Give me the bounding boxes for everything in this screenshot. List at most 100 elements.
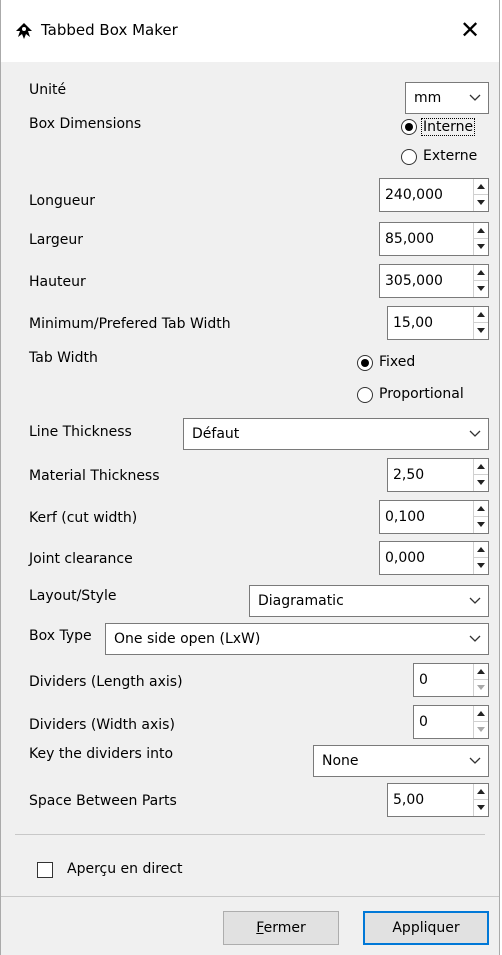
spin-down-icon[interactable] [474,323,488,339]
spin-down-icon[interactable] [474,517,488,533]
joint-clearance-label: Joint clearance [29,551,133,567]
separator [1,896,499,897]
close-button-label: ermer [263,920,306,936]
close-button[interactable]: Fermer [223,911,339,945]
largeur-label: Largeur [29,232,84,248]
material-thickness-value: 2,50 [393,467,425,483]
title-bar: Tabbed Box Maker ✕ [1,0,499,62]
spin-buttons [473,179,488,211]
chevron-down-icon [464,627,486,651]
inkscape-icon [16,23,32,39]
min-tab-width-label: Minimum/Prefered Tab Width [29,316,231,332]
dividers-width-input[interactable]: 0 [413,705,489,739]
apply-button-label: Appliquer [392,920,460,936]
dividers-width-value: 0 [419,714,428,730]
spin-down-icon[interactable] [474,239,488,255]
hauteur-label: Hauteur [29,274,86,290]
unit-label: Unité [29,82,67,98]
min-tab-width-input[interactable]: 15,00 [387,306,489,340]
dividers-length-label: Dividers (Length axis) [29,674,183,690]
spin-up-icon[interactable] [474,179,488,195]
spin-buttons [473,501,488,533]
line-thickness-value: Défaut [192,426,240,442]
min-tab-width-value: 15,00 [393,315,434,331]
chevron-down-icon [464,589,486,613]
layout-style-select[interactable]: Diagramatic [249,585,489,617]
spin-buttons [473,784,488,816]
spin-down-icon[interactable] [474,195,488,211]
spin-buttons [473,223,488,255]
key-dividers-label: Key the dividers into [29,746,174,762]
material-thickness-label: Material Thickness [29,468,160,484]
line-thickness-select[interactable]: Défaut [183,418,489,450]
spin-up-icon[interactable] [474,542,488,558]
longueur-label: Longueur [29,193,95,209]
material-thickness-input[interactable]: 2,50 [387,458,489,492]
longueur-input[interactable]: 240,000 [379,178,489,212]
spin-down-icon[interactable] [474,475,488,491]
box-dimensions-label: Box Dimensions [29,116,142,132]
layout-style-label: Layout/Style [29,588,117,604]
close-button-mnemonic: F [256,920,264,936]
spin-down-icon[interactable] [474,800,488,816]
radio-proportional-label: Proportional [379,386,464,402]
spin-down-icon[interactable] [474,722,488,738]
spin-up-icon[interactable] [474,265,488,281]
spin-buttons [473,664,488,696]
dividers-length-input[interactable]: 0 [413,663,489,697]
layout-style-value: Diagramatic [258,593,344,609]
joint-clearance-value: 0,000 [385,550,426,566]
joint-clearance-input[interactable]: 0,000 [379,541,489,575]
radio-circle [401,149,417,165]
kerf-input[interactable]: 0,100 [379,500,489,534]
box-type-value: One side open (LxW) [114,631,261,647]
chevron-down-icon [464,422,486,446]
dialog-window: Tabbed Box Maker ✕ Unité mm Box Dimensio… [0,0,500,955]
space-between-label: Space Between Parts [29,793,177,809]
spin-down-icon[interactable] [474,680,488,696]
unit-select[interactable]: mm [405,82,489,114]
largeur-value: 85,000 [385,231,434,247]
dividers-length-value: 0 [419,672,428,688]
spin-up-icon[interactable] [474,307,488,323]
spin-buttons [473,542,488,574]
spin-up-icon[interactable] [474,501,488,517]
spin-down-icon[interactable] [474,558,488,574]
live-preview-label[interactable]: Aperçu en direct [67,861,183,877]
kerf-label: Kerf (cut width) [29,510,138,526]
kerf-value: 0,100 [385,509,426,525]
hauteur-input[interactable]: 305,000 [379,264,489,298]
key-dividers-value: None [322,753,359,769]
chevron-down-icon [464,86,486,110]
window-title: Tabbed Box Maker [41,21,178,39]
spin-buttons [473,265,488,297]
spin-up-icon[interactable] [474,706,488,722]
separator [15,834,485,835]
dividers-width-label: Dividers (Width axis) [29,717,175,733]
largeur-input[interactable]: 85,000 [379,222,489,256]
live-preview-checkbox[interactable] [37,862,53,878]
spin-buttons [473,459,488,491]
spin-down-icon[interactable] [474,281,488,297]
spin-up-icon[interactable] [474,223,488,239]
space-between-value: 5,00 [393,792,425,808]
longueur-value: 240,000 [385,187,443,203]
radio-externe-label: Externe [423,148,478,164]
radio-circle [401,119,417,135]
box-type-select[interactable]: One side open (LxW) [105,623,489,655]
close-icon[interactable]: ✕ [453,14,487,46]
key-dividers-select[interactable]: None [313,745,489,777]
box-type-label: Box Type [29,628,92,644]
radio-circle [357,355,373,371]
spin-up-icon[interactable] [474,784,488,800]
radio-interne-label: Interne [421,118,476,136]
line-thickness-label: Line Thickness [29,424,132,440]
chevron-down-icon [464,749,486,773]
spin-up-icon[interactable] [474,459,488,475]
spin-buttons [473,706,488,738]
space-between-input[interactable]: 5,00 [387,783,489,817]
spin-up-icon[interactable] [474,664,488,680]
radio-circle [357,387,373,403]
apply-button[interactable]: Appliquer [363,911,489,945]
unit-value: mm [414,90,442,106]
